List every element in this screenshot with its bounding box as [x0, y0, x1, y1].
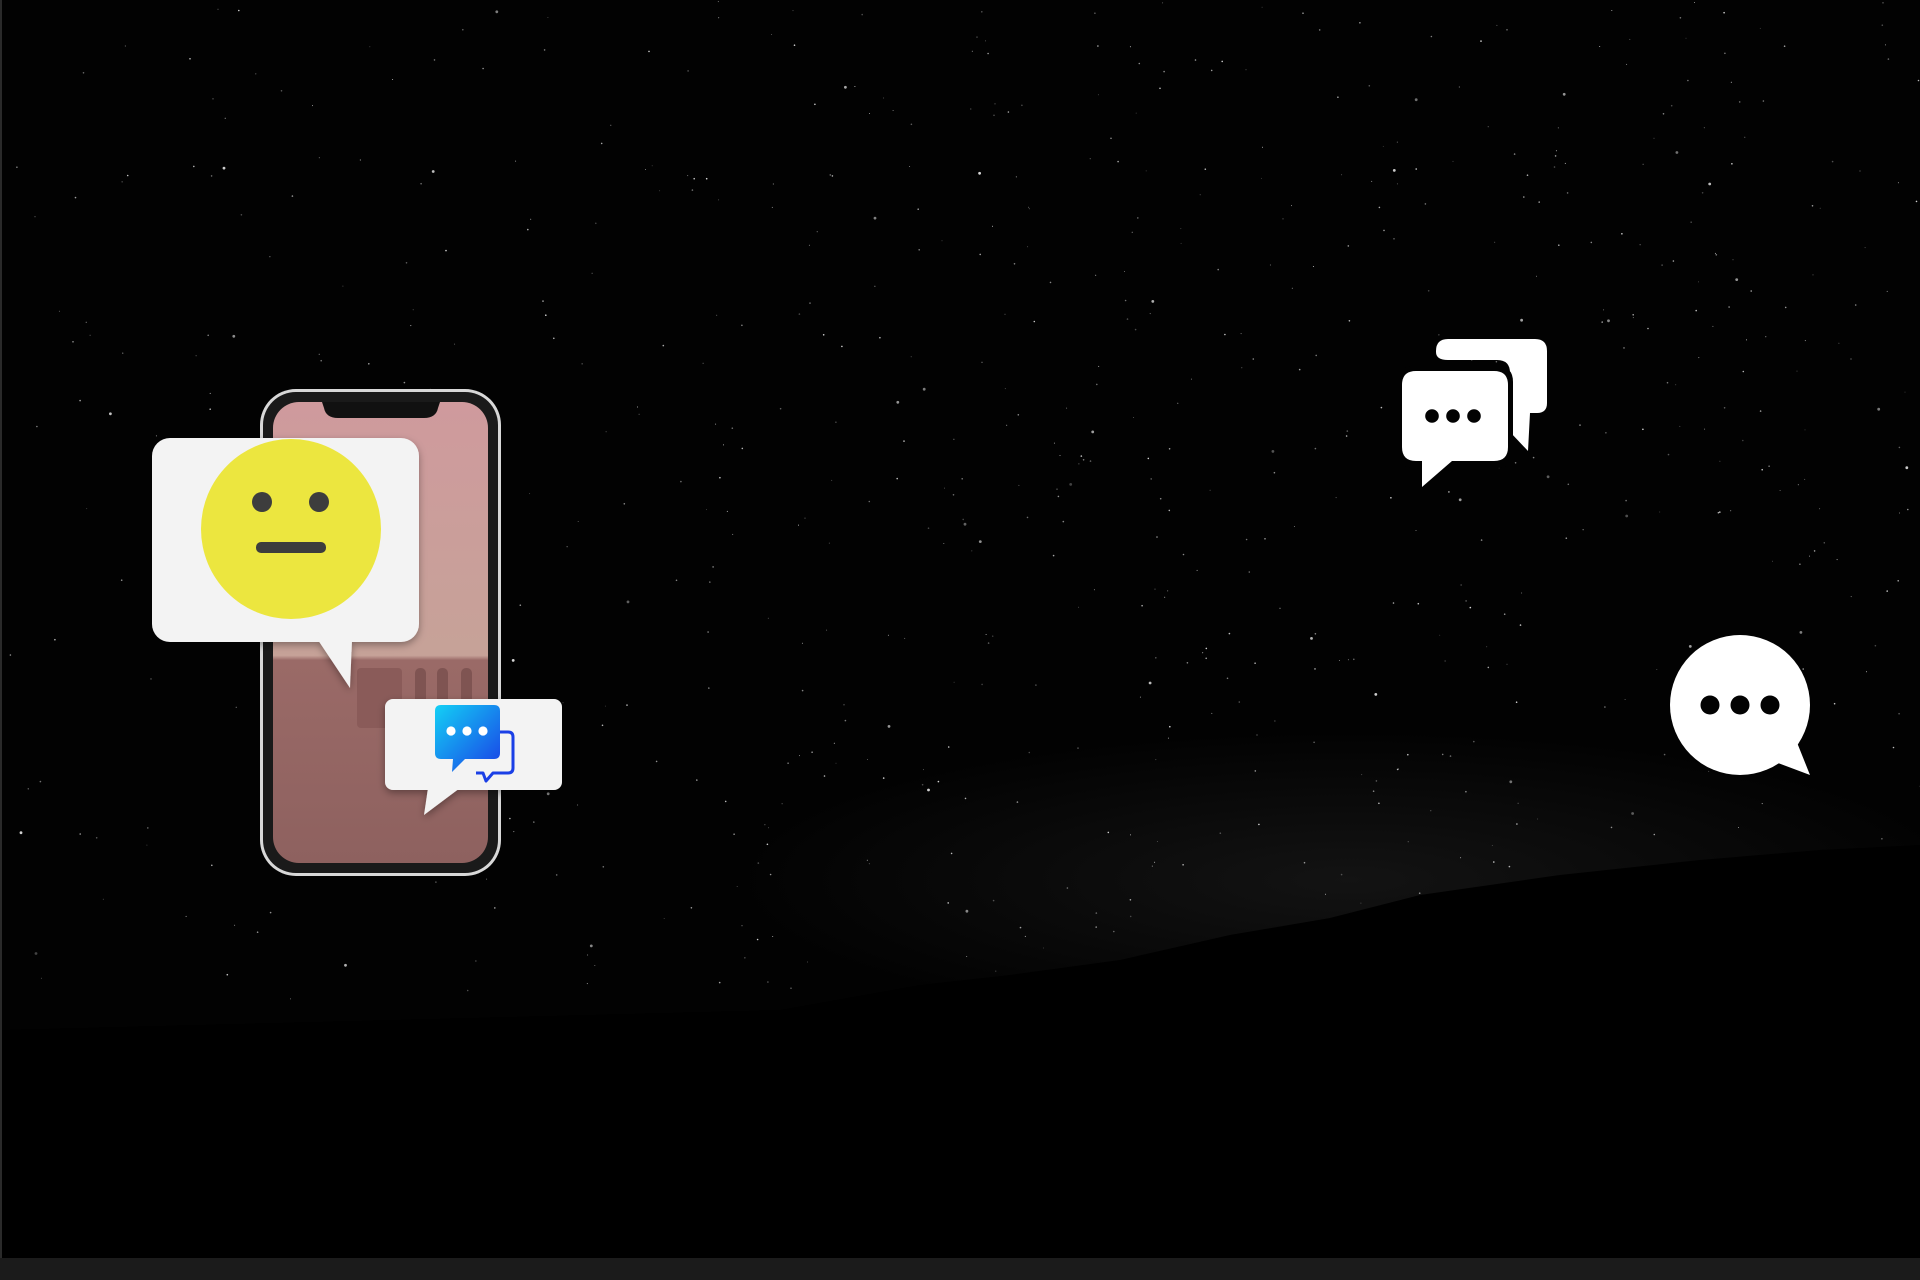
- double-chat-bubbles-icon: [1398, 339, 1547, 497]
- night-sky-scene: [0, 0, 1920, 1280]
- floating-icons: [1398, 339, 1810, 775]
- round-chat-bubble-icon: [1670, 635, 1810, 775]
- bottom-strip: [0, 1258, 1920, 1280]
